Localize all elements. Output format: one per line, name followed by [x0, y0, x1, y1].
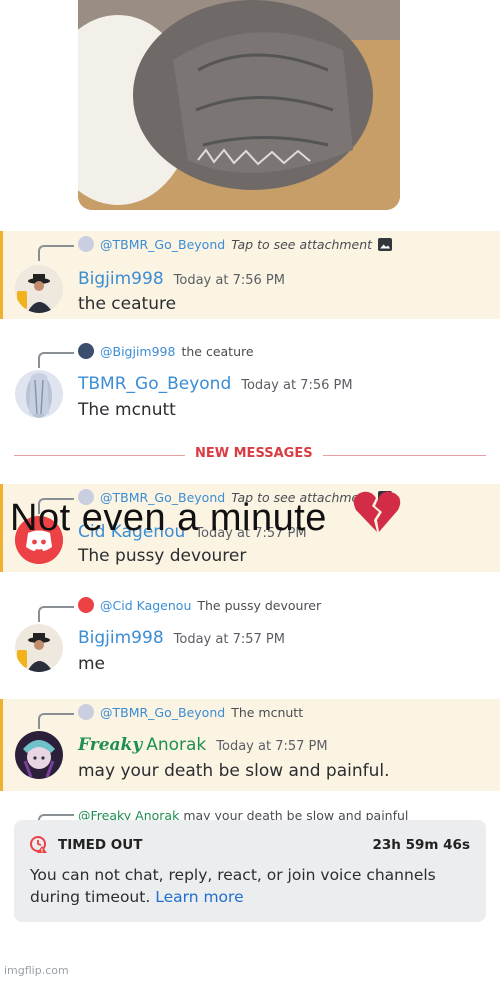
username[interactable]: Bigjim998 — [78, 269, 164, 289]
message-item[interactable]: @Bigjim998 the ceature TBMR_Go_Beyond To… — [0, 338, 500, 426]
reply-preview[interactable]: @TBMR_Go_Beyond Tap to see attachment — [78, 235, 393, 253]
avatar[interactable] — [15, 370, 63, 418]
message-text: may your death be slow and painful. — [78, 761, 390, 781]
image-attachment[interactable] — [78, 0, 400, 210]
message-text: the ceature — [78, 294, 177, 314]
reply-connector — [38, 245, 74, 261]
reply-text: the ceature — [181, 343, 254, 359]
reply-connector — [38, 352, 74, 368]
avatar — [78, 236, 94, 252]
reply-connector — [38, 713, 74, 729]
image-icon — [378, 237, 393, 251]
reply-author[interactable]: @Bigjim998 — [100, 344, 175, 359]
new-messages-label: NEW MESSAGES — [185, 446, 323, 461]
message-item[interactable]: @TBMR_Go_Beyond The mcnutt Freaky Anorak… — [0, 699, 500, 791]
timestamp: Today at 7:56 PM — [173, 273, 285, 288]
message-text: me — [78, 654, 106, 674]
timestamp: Today at 7:57 PM — [173, 632, 285, 647]
reply-text: The mcnutt — [231, 704, 304, 720]
learn-more-link[interactable]: Learn more — [155, 888, 243, 906]
username[interactable]: Anorak — [146, 735, 206, 755]
reply-connector — [38, 606, 74, 622]
reply-author[interactable]: @TBMR_Go_Beyond — [100, 705, 225, 720]
avatar[interactable] — [15, 265, 63, 313]
username-prefix[interactable]: Freaky — [78, 735, 142, 755]
reply-author[interactable]: @TBMR_Go_Beyond — [100, 237, 225, 252]
watermark: imgflip.com — [4, 964, 69, 977]
timeout-title: TIMED OUT — [58, 837, 143, 853]
message-text: The mcnutt — [78, 400, 176, 420]
reply-preview[interactable]: @Bigjim998 the ceature — [78, 342, 254, 360]
avatar — [78, 704, 94, 720]
discord-icon — [78, 597, 94, 613]
timestamp: Today at 7:57 PM — [216, 739, 328, 754]
message-item[interactable]: @TBMR_Go_Beyond Tap to see attachment Bi… — [0, 231, 500, 319]
broken-heart-icon — [352, 490, 402, 544]
timeout-countdown: 23h 59m 46s — [372, 837, 470, 853]
username[interactable]: Bigjim998 — [78, 628, 164, 648]
timeout-banner: TIMED OUT 23h 59m 46s You can not chat, … — [14, 820, 486, 922]
reply-text: The pussy devourer — [197, 597, 322, 613]
meme-caption: Not even a minute — [10, 490, 402, 544]
avatar[interactable] — [15, 731, 63, 779]
avatar — [78, 343, 94, 359]
creature-photo — [78, 0, 400, 210]
timeout-clock-icon — [30, 836, 48, 854]
caption-text: Not even a minute — [10, 497, 327, 539]
message-text: The pussy devourer — [78, 546, 247, 566]
timestamp: Today at 7:56 PM — [241, 378, 353, 393]
avatar[interactable] — [15, 624, 63, 672]
username[interactable]: TBMR_Go_Beyond — [78, 374, 231, 394]
message-item[interactable]: @Cid Kagenou The pussy devourer Bigjim99… — [0, 592, 500, 680]
reply-preview[interactable]: @Cid Kagenou The pussy devourer — [78, 596, 321, 614]
reply-text: Tap to see attachment — [231, 236, 373, 252]
timeout-description: You can not chat, reply, react, or join … — [30, 864, 480, 908]
reply-author[interactable]: @Cid Kagenou — [100, 598, 191, 613]
reply-preview[interactable]: @TBMR_Go_Beyond The mcnutt — [78, 703, 303, 721]
